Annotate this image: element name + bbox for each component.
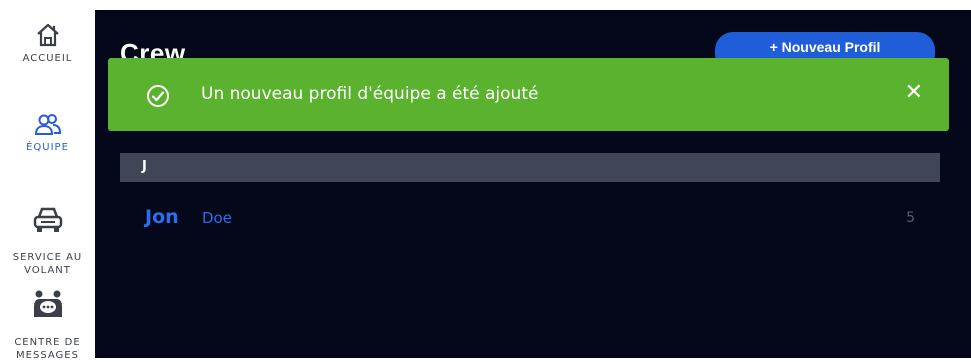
list-item[interactable]: Jon Doe 5 (120, 200, 940, 238)
sidebar-item-drive-thru[interactable]: SERVICE AU VOLANT (0, 193, 95, 277)
section-letter: J (142, 159, 147, 174)
team-icon (34, 114, 61, 135)
sidebar-item-team[interactable]: ÉQUIPE (0, 113, 95, 154)
sidebar-item-label: ACCUEIL (22, 53, 73, 64)
sidebar-item-message-center[interactable]: CENTRE DE MESSAGES (0, 276, 95, 362)
sidebar-item-home[interactable]: ACCUEIL (0, 22, 95, 65)
sidebar: ACCUEIL ÉQUIPE SERVICE AU VOLANT CENTRE … (0, 0, 95, 361)
success-toast: Un nouveau profil d'équipe a été ajouté … (108, 58, 949, 131)
sidebar-item-label: ÉQUIPE (26, 142, 69, 153)
toast-message: Un nouveau profil d'équipe a été ajouté (201, 84, 539, 104)
car-icon (33, 207, 62, 232)
first-name: Jon (145, 206, 179, 228)
sidebar-item-label: SERVICE AU VOLANT (12, 252, 83, 276)
sidebar-item-label: CENTRE DE MESSAGES (14, 337, 81, 361)
close-icon[interactable]: ✕ (905, 82, 923, 104)
section-header: J (120, 153, 940, 182)
last-name: Doe (202, 209, 232, 227)
row-count: 5 (906, 210, 915, 226)
message-center-icon (33, 290, 62, 317)
check-circle-icon (147, 85, 169, 107)
home-icon (36, 23, 59, 47)
